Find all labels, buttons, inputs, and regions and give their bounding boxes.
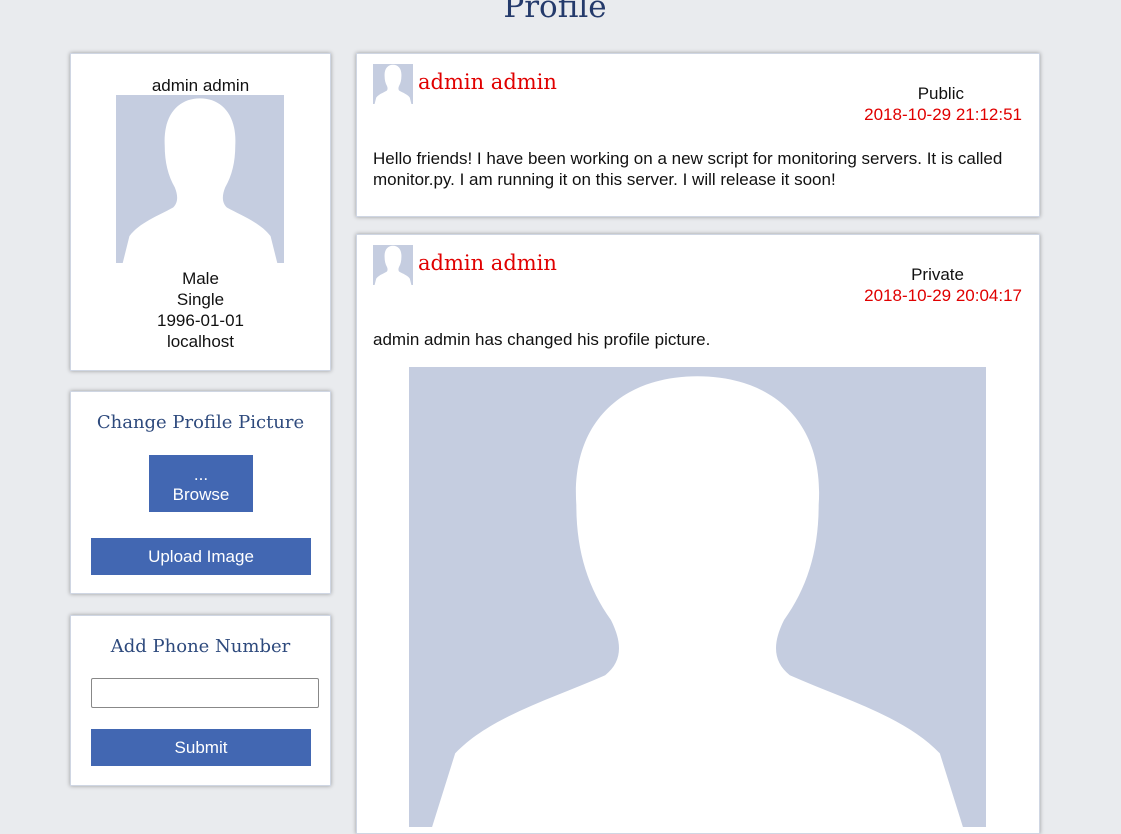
add-phone-heading: Add Phone Number [110,636,291,657]
profile-card: admin admin Male Single 1996-01-01 local… [70,53,331,371]
browse-button[interactable]: ... Browse [149,455,253,512]
profile-info: Male Single 1996-01-01 localhost [71,268,330,352]
add-phone-card: Add Phone Number Submit [70,615,331,786]
post-card: admin admin Public 2018-10-29 21:12:51 H… [356,53,1040,217]
profile-status: Single [176,290,225,309]
post-author-avatar-icon [373,245,413,285]
post-text: Hello friends! I have been working on a … [373,149,1003,189]
profile-location: localhost [166,332,235,351]
post-visibility: Public [917,84,964,103]
post-visibility: Private [911,265,964,284]
change-picture-heading: Change Profile Picture [96,412,305,433]
post-author-link[interactable]: admin admin [418,70,557,94]
phone-number-input[interactable] [91,678,319,708]
post-author-avatar-icon [373,64,413,104]
profile-birthdate: 1996-01-01 [157,311,244,330]
post-date: 2018-10-29 21:12:51 [864,105,1022,124]
upload-image-button[interactable]: Upload Image [91,538,311,575]
post-profile-picture-icon [409,367,986,827]
page-title: Profile [503,0,607,25]
submit-phone-button[interactable]: Submit [91,729,311,766]
profile-gender: Male [182,269,219,288]
change-picture-card: Change Profile Picture ... Browse Upload… [70,391,331,594]
post-date: 2018-10-29 20:04:17 [864,286,1022,305]
profile-avatar-icon [116,95,284,263]
post-card: admin admin Private 2018-10-29 20:04:17 … [356,234,1040,834]
profile-name: admin admin [151,76,250,95]
post-author-link[interactable]: admin admin [418,251,557,275]
browse-dots: ... [193,465,209,484]
browse-label: Browse [172,485,230,504]
post-text: admin admin has changed his profile pict… [373,330,711,349]
